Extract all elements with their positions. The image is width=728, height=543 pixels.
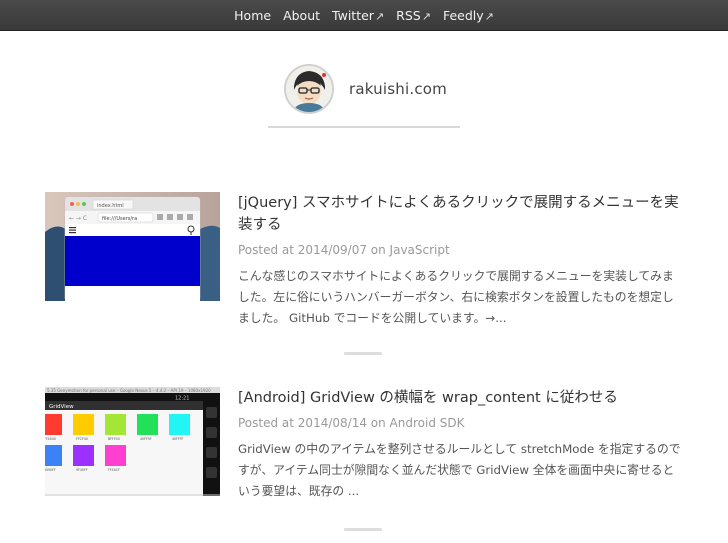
svg-text:← → C: ← → C — [69, 215, 87, 222]
grid-cell — [45, 414, 62, 435]
avatar — [284, 64, 334, 114]
grid-cell-label: 4090FF — [45, 468, 56, 472]
grid-cell-label: FF4040 — [45, 437, 56, 441]
grid-cell-label: 9F40FF — [76, 468, 88, 472]
grid-cell-label: 40FFFF — [172, 437, 184, 441]
external-link-icon: ↗ — [421, 9, 431, 23]
post-excerpt: こんな感じのスマホサイトによくあるクリックで展開するメニューを実装してみました。… — [238, 269, 674, 325]
thumb-status-text: 12:21 — [175, 396, 189, 402]
nav-feedly-link[interactable]: Feedly↗ — [443, 8, 494, 23]
nav-rss-link[interactable]: RSS↗ — [396, 8, 431, 23]
site-name[interactable]: rakuishi.com — [349, 80, 447, 98]
thumb-header-text: GridView — [49, 404, 74, 410]
post-date[interactable]: 2014/09/07 — [298, 243, 367, 257]
post-separator — [344, 528, 382, 531]
nav-home-link[interactable]: Home — [234, 8, 271, 23]
header-divider — [268, 126, 460, 128]
post-title[interactable]: [Android] GridView の横幅を wrap_content に従わ… — [238, 387, 683, 409]
grid-cell-label: BFFF40 — [108, 437, 120, 441]
post-category-link[interactable]: JavaScript — [390, 243, 450, 257]
grid-cell — [105, 414, 126, 435]
external-link-icon: ↗ — [484, 9, 494, 23]
post-meta: Posted at 2014/08/14 on Android SDK — [238, 416, 465, 430]
grid-cell-label: 40FF5F — [140, 437, 152, 441]
grid-cell-label: FFCF40 — [76, 437, 88, 441]
post-category-link[interactable]: Android SDK — [390, 416, 465, 430]
post-excerpt: GridView の中のアイテムを整列させるルールとして stretchMode… — [238, 442, 681, 498]
grid-cell — [45, 445, 62, 466]
site-brand[interactable]: rakuishi.com — [284, 64, 447, 114]
post-title[interactable]: [jQuery] スマホサイトによくあるクリックで展開するメニューを実装する — [238, 192, 683, 236]
nav-twitter-link[interactable]: Twitter↗ — [332, 8, 384, 23]
external-link-icon: ↗ — [374, 9, 385, 23]
grid-cell — [137, 414, 158, 435]
post-meta: Posted at 2014/09/07 on JavaScript — [238, 243, 450, 257]
grid-cell — [169, 414, 190, 435]
post-body: [Android] GridView の横幅を wrap_content に従わ… — [238, 387, 683, 502]
post-thumbnail[interactable]: index.html ← → C file:///Users/ra — [45, 192, 220, 301]
grid-cell — [73, 414, 94, 435]
grid-cell-label: FF40CF — [108, 468, 120, 472]
grid-cell — [105, 445, 126, 466]
thumb-tab-label: index.html — [97, 203, 124, 209]
svg-text:5.35 Genymotion for personal u: 5.35 Genymotion for personal use – Googl… — [47, 388, 211, 393]
top-navigation: Home About Twitter↗ RSS↗ Feedly↗ — [0, 0, 728, 31]
post-thumbnail[interactable]: 5.35 Genymotion for personal use – Googl… — [45, 387, 220, 496]
post-separator — [344, 352, 382, 355]
thumb-url-text: file:///Users/ra — [102, 216, 137, 222]
post-body: [jQuery] スマホサイトによくあるクリックで展開するメニューを実装する P… — [238, 192, 683, 329]
nav-about-link[interactable]: About — [283, 8, 320, 23]
post-date[interactable]: 2014/08/14 — [298, 416, 367, 430]
grid-cell — [73, 445, 94, 466]
